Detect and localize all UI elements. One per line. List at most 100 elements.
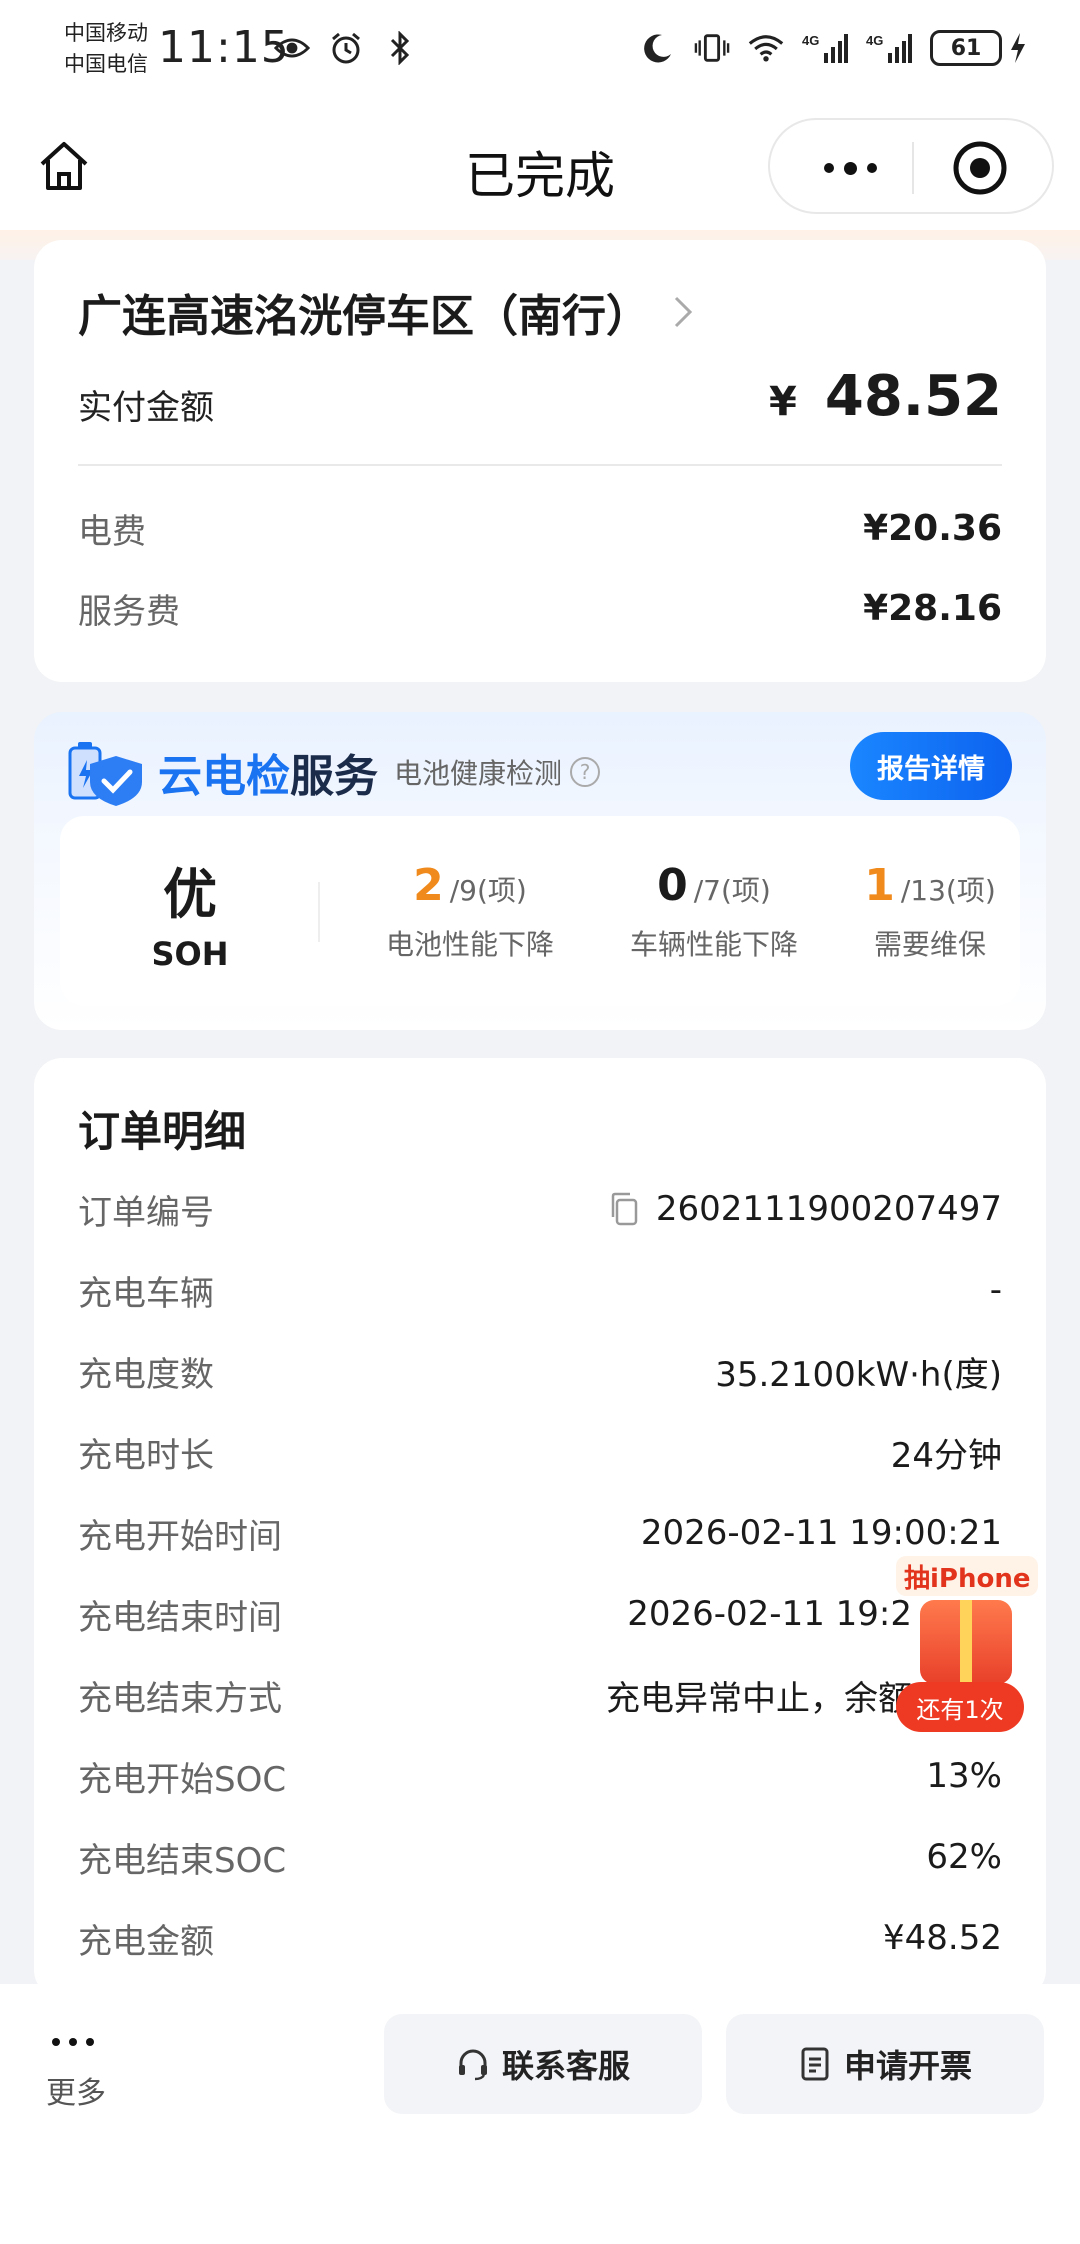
paid-amount-value: 48.52 bbox=[824, 364, 1002, 429]
mini-program-capsule bbox=[768, 118, 1054, 214]
order-details-card: 订单明细 订单编号 2602111900207497 充电车辆 - 充电度数 3… bbox=[34, 1058, 1046, 1998]
capsule-divider bbox=[912, 142, 914, 194]
stat-battery-decline[interactable]: 2 /9(项) 电池性能下降 bbox=[360, 860, 580, 963]
order-row-start-soc: 充电开始SOC 13% bbox=[78, 1751, 1002, 1801]
station-name: 广连高速洺洸停车区（南行） bbox=[78, 291, 650, 342]
fee-value: ¥20.36 bbox=[863, 508, 1002, 549]
soh-block: 优 SOH bbox=[100, 850, 280, 973]
paid-amount: ¥ 48.52 bbox=[769, 364, 1002, 429]
order-value: 62% bbox=[926, 1837, 1002, 1877]
signal-4g-icon: 4G bbox=[802, 30, 848, 66]
stat-count: 0 bbox=[657, 860, 688, 911]
stat-total: /13(项) bbox=[900, 874, 996, 907]
promo-remaining: 还有1次 bbox=[896, 1682, 1024, 1732]
more-label: 更多 bbox=[46, 2076, 106, 2111]
soh-label: SOH bbox=[151, 935, 229, 973]
order-value: - bbox=[989, 1270, 1002, 1310]
wifi-icon bbox=[748, 30, 784, 66]
order-row-number: 订单编号 2602111900207497 bbox=[78, 1184, 1002, 1234]
order-row-amount: 充电金额 ¥48.52 bbox=[78, 1913, 1002, 1963]
order-value: 2602111900207497 bbox=[608, 1189, 1002, 1229]
dot-icon bbox=[823, 163, 834, 173]
stat-count: 1 bbox=[864, 860, 895, 911]
stat-maintenance[interactable]: 1 /13(项) 需要维保 bbox=[820, 860, 1040, 963]
close-program-button[interactable] bbox=[948, 136, 1012, 200]
order-value: 35.2100kW·h(度) bbox=[715, 1354, 1002, 1395]
order-value: 充电异常中止，余额 bbox=[606, 1678, 912, 1719]
nav-bar: 已完成 bbox=[0, 106, 1080, 230]
order-value: 24分钟 bbox=[890, 1435, 1002, 1476]
contact-service-button[interactable]: 联系客服 bbox=[384, 2014, 702, 2114]
headset-icon bbox=[456, 2047, 490, 2081]
promo-title: 抽iPhone bbox=[896, 1556, 1039, 1596]
order-value: ¥48.52 bbox=[883, 1918, 1002, 1958]
status-time: 11:15 bbox=[158, 22, 290, 73]
order-number: 2602111900207497 bbox=[655, 1189, 1002, 1229]
order-value: 2026-02-11 19:2 bbox=[627, 1594, 912, 1634]
bottom-action-bar: 更多 联系客服 申请开票 bbox=[0, 1984, 1080, 2244]
status-icons-right: 4G 4G 61 bbox=[640, 30, 1028, 66]
vibrate-icon bbox=[694, 30, 730, 66]
dot-icon bbox=[843, 161, 857, 175]
request-invoice-button[interactable]: 申请开票 bbox=[726, 2014, 1044, 2114]
currency-symbol: ¥ bbox=[769, 379, 797, 425]
more-dots-icon bbox=[52, 2032, 126, 2052]
stat-vehicle-decline[interactable]: 0 /7(项) 车辆性能下降 bbox=[604, 860, 824, 963]
chevron-right-icon bbox=[672, 294, 696, 330]
stat-label: 电池性能下降 bbox=[385, 928, 554, 961]
order-row-vehicle: 充电车辆 - bbox=[78, 1265, 1002, 1315]
station-link[interactable]: 广连高速洺洸停车区（南行） bbox=[78, 280, 696, 344]
battery-check-subtitle: 电池健康检测 bbox=[394, 757, 563, 790]
order-label: 充电结束SOC bbox=[78, 1840, 287, 1881]
help-icon[interactable]: ? bbox=[570, 757, 601, 787]
battery-indicator: 61 bbox=[930, 30, 1002, 66]
battery-check-title: 云电检服务 bbox=[158, 740, 378, 804]
battery-stats: 优 SOH 2 /9(项) 电池性能下降 0 /7(项) 车辆性能下降 1 /1… bbox=[60, 816, 1020, 1006]
battery-check-header: 云电检服务 电池健康检测 ? bbox=[60, 732, 601, 812]
request-invoice-label: 申请开票 bbox=[843, 2047, 972, 2085]
stats-divider bbox=[318, 882, 320, 942]
fee-label: 电费 bbox=[78, 512, 146, 552]
order-details-title: 订单明细 bbox=[78, 1107, 247, 1156]
charging-icon bbox=[1008, 30, 1028, 66]
more-button[interactable]: 更多 bbox=[46, 2032, 126, 2112]
stat-count: 2 bbox=[413, 860, 444, 911]
fee-label: 服务费 bbox=[78, 592, 180, 632]
order-label: 充电度数 bbox=[78, 1354, 214, 1395]
stat-total: /7(项) bbox=[693, 874, 771, 907]
order-label: 充电开始时间 bbox=[78, 1516, 282, 1557]
more-options-button[interactable] bbox=[810, 142, 890, 194]
dot-icon bbox=[866, 163, 877, 173]
order-row-energy: 充电度数 35.2100kW·h(度) bbox=[78, 1346, 1002, 1396]
target-close-icon bbox=[953, 141, 1007, 195]
title-suffix: 服务 bbox=[290, 751, 378, 802]
order-row-end-method: 充电结束方式 充电异常中止，余额 bbox=[78, 1670, 1002, 1720]
carrier-1: 中国移动 bbox=[64, 21, 148, 45]
order-value: 2026-02-11 19:00:21 bbox=[640, 1513, 1002, 1553]
fee-value: ¥28.16 bbox=[863, 588, 1002, 629]
iphone-lottery-widget[interactable]: 抽iPhone 还有1次 bbox=[896, 1556, 1039, 1736]
gift-ribbon bbox=[960, 1600, 972, 1684]
stat-label: 需要维保 bbox=[873, 928, 986, 961]
order-label: 充电金额 bbox=[78, 1921, 214, 1962]
order-row-end-soc: 充电结束SOC 62% bbox=[78, 1832, 1002, 1882]
fee-row-electricity: 电费 ¥20.36 bbox=[78, 504, 1002, 553]
order-row-duration: 充电时长 24分钟 bbox=[78, 1427, 1002, 1477]
order-label: 充电结束时间 bbox=[78, 1597, 282, 1638]
stat-label: 车辆性能下降 bbox=[629, 928, 798, 961]
report-details-button[interactable]: 报告详情 bbox=[850, 732, 1012, 800]
status-bar: 中国移动 中国电信 11:15 4G 4G 61 bbox=[0, 0, 1080, 106]
signal-2-label: 4G bbox=[866, 33, 883, 48]
bluetooth-icon bbox=[382, 30, 418, 66]
alarm-icon bbox=[328, 30, 364, 66]
moon-icon bbox=[640, 30, 676, 66]
paid-label: 实付金额 bbox=[78, 388, 214, 428]
carrier-2: 中国电信 bbox=[64, 52, 148, 76]
invoice-icon bbox=[798, 2047, 832, 2081]
fee-row-service: 服务费 ¥28.16 bbox=[78, 584, 1002, 633]
carrier-info: 中国移动 中国电信 bbox=[64, 18, 148, 80]
order-row-end-time: 充电结束时间 2026-02-11 19:2 bbox=[78, 1589, 1002, 1639]
copy-icon[interactable] bbox=[608, 1191, 640, 1227]
order-label: 充电车辆 bbox=[78, 1273, 214, 1314]
shield-battery-icon bbox=[60, 734, 152, 810]
